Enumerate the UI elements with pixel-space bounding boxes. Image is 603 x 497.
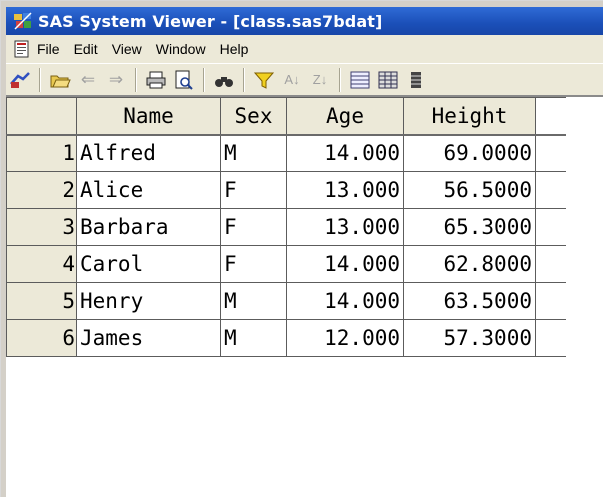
menu-edit[interactable]: Edit	[74, 41, 98, 57]
cell-name[interactable]: James	[76, 319, 221, 357]
sas-viewer-window: SAS System Viewer - [class.sas7bdat] Fil…	[0, 0, 603, 497]
column-header-sex[interactable]: Sex	[220, 97, 287, 136]
row-number[interactable]: 6	[6, 319, 77, 357]
cell-sex[interactable]: M	[220, 282, 287, 320]
open-folder-icon[interactable]	[49, 67, 71, 93]
header-row: Name Sex Age Height	[6, 97, 566, 136]
cell-age[interactable]: 14.000	[286, 134, 404, 172]
find-icon[interactable]	[213, 67, 235, 93]
cell-sex[interactable]: M	[220, 134, 287, 172]
corner-cell[interactable]	[6, 97, 77, 136]
document-icon[interactable]	[13, 40, 31, 58]
row-number[interactable]: 4	[6, 245, 77, 283]
row-number[interactable]: 1	[6, 134, 77, 172]
cell-next	[535, 208, 566, 246]
cell-next	[535, 171, 566, 209]
cell-height[interactable]: 62.8000	[403, 245, 536, 283]
menu-view[interactable]: View	[112, 41, 142, 57]
data-table: Name Sex Age Height 1 Alfred M 14.000 69…	[6, 97, 566, 357]
cell-name[interactable]: Alfred	[76, 134, 221, 172]
table-row[interactable]: 6 James M 12.000 57.3000	[6, 319, 566, 357]
menu-help[interactable]: Help	[220, 41, 249, 57]
row-number[interactable]: 3	[6, 208, 77, 246]
cell-name[interactable]: Alice	[76, 171, 221, 209]
cell-next	[535, 245, 566, 283]
cell-next	[535, 282, 566, 320]
column-header-name[interactable]: Name	[76, 97, 221, 136]
cell-next	[535, 319, 566, 357]
cell-height[interactable]: 56.5000	[403, 171, 536, 209]
table-row[interactable]: 2 Alice F 13.000 56.5000	[6, 171, 566, 209]
forward-arrow-icon[interactable]: ⇒	[105, 67, 127, 93]
open-data-icon[interactable]	[9, 67, 31, 93]
cell-age[interactable]: 13.000	[286, 171, 404, 209]
column-header-next	[535, 97, 566, 136]
cell-age[interactable]: 12.000	[286, 319, 404, 357]
table-row[interactable]: 5 Henry M 14.000 63.5000	[6, 282, 566, 320]
view-table-icon[interactable]	[377, 67, 399, 93]
column-header-height[interactable]: Height	[403, 97, 536, 136]
sort-ascending-icon[interactable]: A↓	[281, 67, 303, 93]
row-number[interactable]: 2	[6, 171, 77, 209]
toolbar-separator	[135, 67, 137, 92]
cell-age[interactable]: 14.000	[286, 282, 404, 320]
table-row[interactable]: 3 Barbara F 13.000 65.3000	[6, 208, 566, 246]
table-row[interactable]: 4 Carol F 14.000 62.8000	[6, 245, 566, 283]
column-header-age[interactable]: Age	[286, 97, 404, 136]
toolbar-separator	[339, 67, 341, 92]
cell-next	[535, 134, 566, 172]
cell-height[interactable]: 63.5000	[403, 282, 536, 320]
view-grid-icon[interactable]	[405, 67, 427, 93]
row-number[interactable]: 5	[6, 282, 77, 320]
cell-sex[interactable]: F	[220, 171, 287, 209]
cell-age[interactable]: 13.000	[286, 208, 404, 246]
print-preview-icon[interactable]	[173, 67, 195, 93]
cell-name[interactable]: Barbara	[76, 208, 221, 246]
title-bar[interactable]: SAS System Viewer - [class.sas7bdat]	[6, 7, 603, 35]
cell-name[interactable]: Carol	[76, 245, 221, 283]
sas-app-icon[interactable]	[14, 12, 32, 30]
data-grid: Name Sex Age Height 1 Alfred M 14.000 69…	[6, 95, 603, 497]
toolbar: ⇐ ⇒ A↓ Z↓	[6, 63, 603, 95]
cell-name[interactable]: Henry	[76, 282, 221, 320]
filter-icon[interactable]	[253, 67, 275, 93]
cell-sex[interactable]: F	[220, 208, 287, 246]
cell-sex[interactable]: F	[220, 245, 287, 283]
print-icon[interactable]	[145, 67, 167, 93]
cell-age[interactable]: 14.000	[286, 245, 404, 283]
menu-bar: File Edit View Window Help	[6, 35, 603, 63]
menu-window[interactable]: Window	[156, 41, 206, 57]
back-arrow-icon[interactable]: ⇐	[77, 67, 99, 93]
window-title: SAS System Viewer - [class.sas7bdat]	[38, 11, 383, 31]
sort-descending-icon[interactable]: Z↓	[309, 67, 331, 93]
cell-sex[interactable]: M	[220, 319, 287, 357]
cell-height[interactable]: 57.3000	[403, 319, 536, 357]
toolbar-separator	[243, 67, 245, 92]
table-row[interactable]: 1 Alfred M 14.000 69.0000	[6, 134, 566, 172]
toolbar-separator	[203, 67, 205, 92]
view-columns-icon[interactable]	[349, 67, 371, 93]
cell-height[interactable]: 69.0000	[403, 134, 536, 172]
cell-height[interactable]: 65.3000	[403, 208, 536, 246]
menu-file[interactable]: File	[37, 41, 60, 57]
toolbar-separator	[39, 67, 41, 92]
